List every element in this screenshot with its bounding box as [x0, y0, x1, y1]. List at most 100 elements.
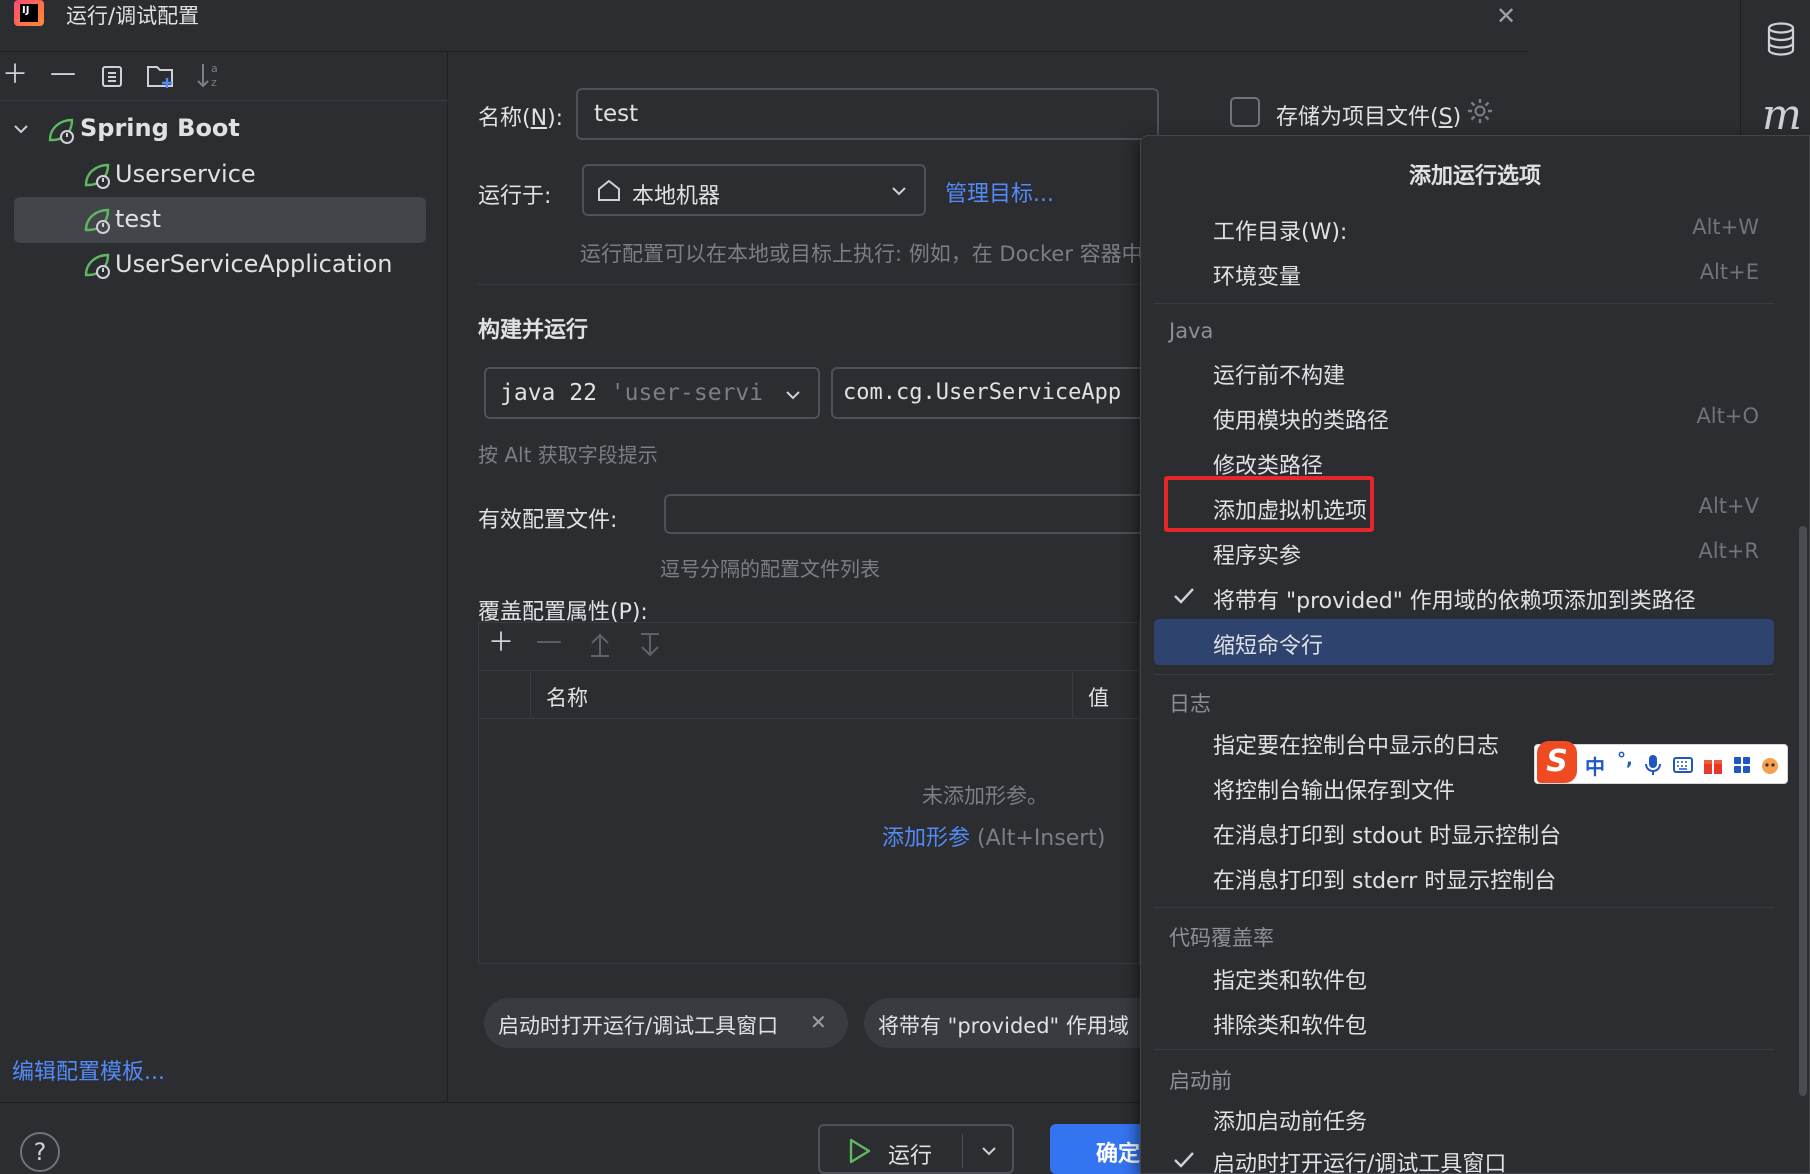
jdk-module: 'user-servi: [610, 380, 764, 406]
help-button[interactable]: ?: [20, 1132, 60, 1172]
menu-item-program-args[interactable]: 程序实参: [1213, 538, 1301, 570]
menu-item-exclude-classes[interactable]: 排除类和软件包: [1213, 1008, 1367, 1040]
menu-item-include-classes[interactable]: 指定类和软件包: [1213, 963, 1367, 995]
gear-icon[interactable]: [1466, 97, 1494, 125]
chevron-down-icon[interactable]: [980, 1142, 998, 1160]
menu-item-no-build[interactable]: 运行前不构建: [1213, 358, 1345, 390]
intellij-logo-icon: IJ: [14, 0, 44, 26]
menu-item-stdout-console[interactable]: 在消息打印到 stdout 时显示控制台: [1213, 818, 1561, 850]
spring-boot-icon: [82, 251, 112, 281]
menu-item-working-dir[interactable]: 工作目录(W):: [1213, 214, 1347, 246]
active-profiles-input[interactable]: [664, 494, 1154, 534]
table-header-divider: [478, 718, 1140, 719]
menu-item-shorten-cmdline[interactable]: 缩短命令行: [1213, 628, 1323, 660]
store-as-project-checkbox[interactable]: [1230, 97, 1260, 127]
microphone-icon[interactable]: [1645, 754, 1661, 776]
remove-icon[interactable]: —: [50, 60, 76, 86]
keyboard-icon[interactable]: [1673, 757, 1693, 773]
menu-item-add-before-task[interactable]: 添加启动前任务: [1213, 1104, 1367, 1136]
option-chip-open-tool-window[interactable]: 启动时打开运行/调试工具窗口 ✕: [484, 998, 848, 1048]
name-input[interactable]: test: [576, 88, 1159, 140]
menu-item-save-console[interactable]: 将控制台输出保存到文件: [1213, 773, 1455, 805]
spring-boot-icon: [82, 161, 112, 191]
table-col-divider: [1072, 670, 1073, 718]
ime-language-toggle[interactable]: 中: [1585, 751, 1605, 780]
name-input-value: test: [594, 101, 639, 127]
table-toolbar-divider: [478, 670, 1140, 671]
add-run-options-popup: 添加运行选项 工作目录(W): Alt+W 环境变量 Alt+E Java 运行…: [1140, 135, 1810, 1174]
active-profiles-hint: 逗号分隔的配置文件列表: [660, 557, 880, 581]
window-title: 运行/调试配置: [66, 4, 200, 28]
menu-divider: [1154, 907, 1774, 908]
close-icon[interactable]: ✕: [1496, 2, 1516, 30]
chevron-down-icon: [784, 386, 802, 404]
menu-item-module-classpath[interactable]: 使用模块的类路径: [1213, 403, 1389, 435]
new-folder-icon[interactable]: [146, 62, 176, 90]
ime-punctuation-toggle[interactable]: °,: [1617, 749, 1633, 770]
shortcut-module-classpath: Alt+O: [1696, 404, 1759, 428]
table-col-value[interactable]: 值: [1088, 682, 1109, 712]
chevron-down-icon[interactable]: [12, 120, 30, 138]
maven-icon[interactable]: m: [1762, 90, 1802, 139]
skin-icon[interactable]: [1759, 755, 1781, 775]
main-class-value: com.cg.UserServiceApp: [843, 380, 1122, 405]
menu-divider: [1154, 674, 1774, 675]
run-on-value: 本地机器: [632, 184, 721, 209]
sort-alpha-icon[interactable]: az: [196, 60, 224, 90]
tree-item-test[interactable]: test: [115, 205, 161, 233]
svg-text:a: a: [211, 62, 218, 75]
tree-item-userservice[interactable]: Userservice: [115, 160, 256, 188]
jdk-version: java 22: [500, 380, 597, 406]
menu-item-open-tool-window[interactable]: 启动时打开运行/调试工具窗口: [1213, 1146, 1506, 1173]
group-log: 日志: [1169, 692, 1211, 716]
split-divider: [962, 1134, 963, 1168]
manage-targets-link[interactable]: 管理目标...: [945, 176, 1054, 208]
main-class-input[interactable]: com.cg.UserServiceApp: [831, 367, 1151, 419]
store-as-project-label: 存储为项目文件(S): [1276, 99, 1461, 131]
tree-root-spring-boot[interactable]: Spring Boot: [80, 114, 240, 142]
sogou-logo-icon[interactable]: S: [1537, 741, 1577, 783]
option-chip-provided-scope[interactable]: 将带有 "provided" 作用域: [864, 998, 1164, 1048]
add-parameter-link[interactable]: 添加形参: [882, 826, 970, 851]
close-icon[interactable]: ✕: [810, 1010, 827, 1034]
svg-text:z: z: [211, 76, 217, 89]
edit-templates-link[interactable]: 编辑配置模板...: [12, 1054, 165, 1086]
shortcut-program-args: Alt+R: [1698, 539, 1759, 563]
add-icon[interactable]: ＋: [488, 630, 514, 656]
menu-item-stderr-console[interactable]: 在消息打印到 stderr 时显示控制台: [1213, 863, 1556, 895]
run-split-button[interactable]: 运行: [818, 1124, 1014, 1174]
database-icon[interactable]: [1766, 22, 1796, 56]
copy-icon[interactable]: [100, 64, 124, 88]
add-icon[interactable]: ＋: [2, 62, 28, 88]
run-on-select[interactable]: 本地机器: [582, 164, 926, 216]
title-bar: [0, 0, 1528, 52]
chevron-down-icon: [890, 182, 908, 200]
group-java: Java: [1169, 319, 1214, 343]
logo-text: IJ: [22, 5, 30, 16]
annotation-red-box: [1164, 476, 1374, 532]
menu-item-console-logs[interactable]: 指定要在控制台中显示的日志: [1213, 728, 1499, 760]
popup-title: 添加运行选项: [1409, 164, 1542, 189]
run-on-hint: 运行配置可以在本地或目标上执行: 例如，在 Docker 容器中: [580, 242, 1143, 266]
table-add-hint: 添加形参 (Alt+Insert): [882, 820, 1106, 852]
move-up-icon: [588, 632, 612, 658]
menu-divider: [1154, 303, 1774, 304]
section-divider: [478, 284, 1140, 285]
group-coverage: 代码覆盖率: [1169, 926, 1274, 950]
jdk-select[interactable]: java 22 'user-servi: [484, 367, 820, 419]
store-label-prefix: 存储为项目文件(: [1276, 105, 1439, 130]
store-label-suffix: ): [1452, 105, 1462, 130]
tree-item-userserviceapplication[interactable]: UserServiceApplication: [115, 250, 393, 278]
spring-boot-icon: [46, 116, 76, 146]
checkmark-icon: [1173, 1150, 1195, 1170]
name-label-prefix: 名称(: [478, 106, 531, 131]
gift-icon[interactable]: [1703, 755, 1723, 775]
menu-item-provided-scope[interactable]: 将带有 "provided" 作用域的依赖项添加到类路径: [1213, 583, 1696, 615]
remove-icon: —: [536, 626, 562, 656]
menu-item-env-vars[interactable]: 环境变量: [1213, 259, 1301, 291]
shortcut-vm-options: Alt+V: [1698, 494, 1759, 518]
popup-scrollbar[interactable]: [1799, 526, 1807, 1096]
add-parameter-shortcut: (Alt+Insert): [977, 826, 1106, 851]
toolbox-grid-icon[interactable]: [1733, 756, 1751, 774]
table-col-name[interactable]: 名称: [546, 682, 588, 712]
